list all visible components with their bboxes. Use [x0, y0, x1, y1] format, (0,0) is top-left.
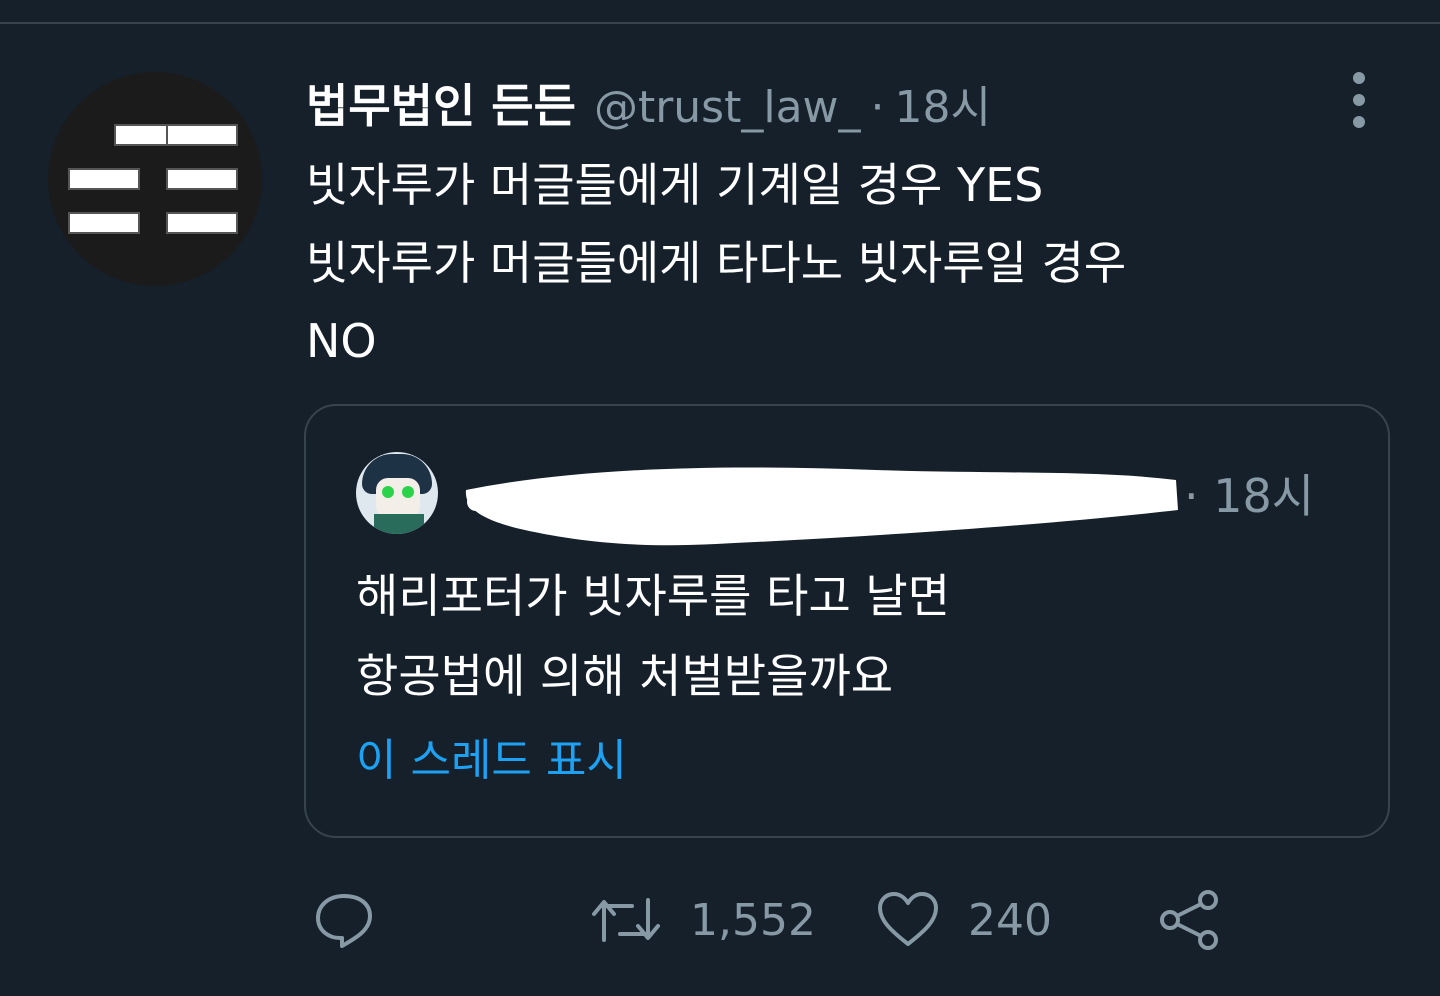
- tweet-text-line: 빗자루가 머글들에게 타다노 빗자루일 경우: [306, 236, 1127, 290]
- avatar-face: [376, 478, 420, 518]
- like-button[interactable]: 240: [876, 888, 1052, 952]
- top-divider: [0, 22, 1440, 24]
- quoted-time-value: 18시: [1213, 469, 1315, 523]
- share-icon: [1160, 890, 1218, 950]
- tweet-text-line: 빗자루가 머글들에게 기계일 경우 YES: [306, 158, 1044, 212]
- show-thread-link[interactable]: 이 스레드 표시: [356, 724, 627, 788]
- tweet-header: 법무법인 든든 @trust_law_ · 18시: [306, 70, 991, 134]
- heart-icon: [878, 892, 938, 946]
- more-vertical-icon[interactable]: [1344, 72, 1374, 128]
- tweet-text-line: NO: [306, 314, 377, 368]
- quoted-tweet-time[interactable]: · 18시: [1184, 460, 1314, 526]
- tweet-text: 빗자루가 머글들에게 기계일 경우 YES 빗자루가 머글들에게 타다노 빗자루…: [306, 146, 1386, 380]
- retweet-count: 1,552: [690, 894, 816, 946]
- reply-button[interactable]: [312, 888, 376, 952]
- quoted-text-line: 항공법에 의해 처벌받을까요: [356, 649, 894, 703]
- author-avatar[interactable]: [48, 72, 262, 286]
- more-dot: [1353, 72, 1365, 84]
- avatar-logo-bar: [68, 212, 140, 234]
- avatar-body: [374, 514, 424, 534]
- redaction-scribble: [465, 467, 1179, 546]
- quoted-text-line: 해리포터가 빗자루를 타고 날면: [356, 569, 951, 623]
- avatar-logo-bar: [166, 212, 238, 234]
- retweet-button[interactable]: 1,552: [590, 888, 816, 952]
- quoted-tweet-text: 해리포터가 빗자루를 타고 날면 항공법에 의해 처벌받을까요: [356, 556, 1356, 716]
- avatar-logo-bar: [166, 168, 238, 190]
- retweet-icon: [592, 898, 660, 942]
- separator-dot: ·: [870, 82, 885, 133]
- share-button[interactable]: [1158, 888, 1222, 952]
- reply-icon: [316, 894, 372, 948]
- author-name[interactable]: 법무법인 든든: [306, 70, 576, 136]
- quoted-tweet-card[interactable]: · 18시 해리포터가 빗자루를 타고 날면 항공법에 의해 처벌받을까요 이 …: [304, 404, 1390, 838]
- avatar-eye: [382, 486, 394, 498]
- more-dot: [1353, 116, 1365, 128]
- like-count: 240: [968, 894, 1052, 946]
- avatar-logo-bar: [68, 168, 140, 190]
- tweet-time[interactable]: 18시: [895, 71, 991, 135]
- separator-dot: ·: [1184, 469, 1199, 523]
- avatar-logo-bar: [166, 124, 238, 146]
- avatar-eye: [402, 486, 414, 498]
- quoted-author-avatar[interactable]: [356, 452, 438, 534]
- author-handle[interactable]: @trust_law_: [594, 82, 861, 133]
- more-dot: [1353, 94, 1365, 106]
